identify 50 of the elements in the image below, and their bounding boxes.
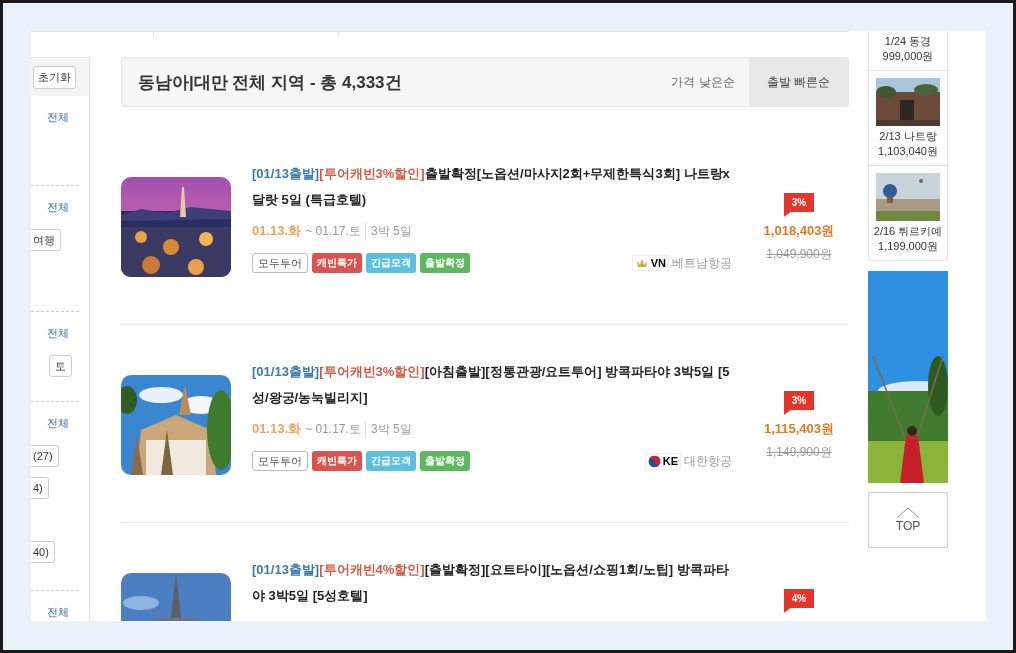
result-title: 동남아|대만 전체 지역 - 총 4,333건 bbox=[137, 71, 402, 94]
discount-badge: 3% bbox=[783, 193, 815, 217]
sort-tab[interactable]: 가격 낮은순 bbox=[657, 58, 749, 106]
label-tag: 긴급모객 bbox=[366, 451, 416, 471]
airline-name: 대한항공 bbox=[684, 452, 732, 470]
label-tag: 출발확정 bbox=[420, 253, 470, 273]
filter-chip[interactable]: (27) bbox=[31, 445, 59, 467]
start-date: 01.13.화 bbox=[252, 222, 302, 240]
filter-chip[interactable]: 4) bbox=[31, 477, 49, 499]
airline-logo: VN bbox=[631, 255, 669, 271]
trip-duration: 3박 5일 bbox=[364, 421, 412, 438]
all-link[interactable]: 전체 bbox=[31, 605, 79, 620]
trip-duration: 3박 5일 bbox=[364, 223, 412, 240]
sale-price: 1,115,403원 bbox=[763, 420, 835, 438]
discount-badge: 3% bbox=[783, 391, 815, 415]
all-link[interactable]: 전체 bbox=[31, 326, 79, 341]
sort-tab[interactable]: 출발 빠른순 bbox=[748, 58, 848, 106]
recent-destination[interactable]: 2/16 튀르키예 bbox=[873, 224, 943, 239]
agency-tag: 모두투어 bbox=[252, 451, 308, 471]
sale-price: 1,018,403원 bbox=[763, 222, 835, 240]
original-price: 1,049,900원 bbox=[766, 246, 832, 263]
label-tag: 캐빈특가 bbox=[312, 253, 362, 273]
filter-chip[interactable]: 여행 bbox=[31, 229, 61, 251]
all-link[interactable]: 전체 bbox=[31, 110, 79, 125]
airline-name: 베트남항공 bbox=[672, 254, 732, 272]
recent-destination[interactable]: 1/24 동경 bbox=[884, 34, 932, 49]
all-link[interactable]: 전체 bbox=[31, 416, 79, 431]
end-date: ~ 01.17.토 bbox=[305, 421, 361, 438]
all-link[interactable]: 전체 bbox=[31, 200, 79, 215]
end-date: ~ 01.17.토 bbox=[305, 223, 361, 240]
label-tag: 출발확정 bbox=[420, 451, 470, 471]
reset-button[interactable]: 초기화 bbox=[33, 65, 76, 89]
caret-up-icon bbox=[896, 507, 920, 519]
product-title[interactable]: [01/13출발][투어캐빈3%할인]출발확정[노옵션/마사지2회+무제한특식3회] 나트랑x 달랏 5일 (특급호텔) bbox=[252, 161, 732, 213]
recent-price: 1,199,000원 bbox=[878, 239, 938, 254]
filter-chip[interactable]: 토 bbox=[49, 355, 72, 377]
scroll-top-button[interactable]: TOP bbox=[868, 492, 948, 548]
recent-price: 999,000원 bbox=[882, 49, 934, 64]
original-price: 1,149,900원 bbox=[766, 444, 832, 461]
discount-badge: 4% bbox=[783, 589, 815, 613]
recent-destination[interactable]: 2/13 나트랑 bbox=[879, 129, 937, 144]
start-date: 01.13.화 bbox=[252, 420, 302, 438]
label-tag: 캐빈특가 bbox=[312, 451, 362, 471]
filter-chip[interactable]: 40) bbox=[31, 541, 55, 563]
label-tag: 긴급모객 bbox=[366, 253, 416, 273]
airline-logo: KE bbox=[644, 452, 681, 470]
product-title[interactable]: [01/13출발][투어캐빈3%할인][아침출발][정통관광/요트투어] 방콕파타야 3박5일 [5성/왕궁/농눅빌리지] bbox=[252, 359, 732, 411]
product-title[interactable]: [01/13출발][투어캐빈4%할인][출발확정][요트타이][노옵션/쇼핑1회/노팁] 방콕파타야 3박5일 [5성호텔] bbox=[252, 557, 732, 609]
recent-price: 1,103,040원 bbox=[878, 144, 938, 159]
agency-tag: 모두투어 bbox=[252, 253, 308, 273]
